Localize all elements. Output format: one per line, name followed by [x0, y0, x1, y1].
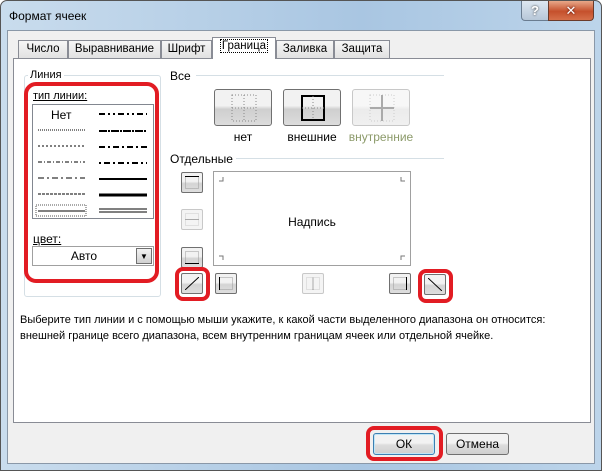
border-inside-vertical-icon: [306, 277, 320, 290]
border-top-button[interactable]: [181, 172, 203, 193]
tab-label: Граница: [219, 39, 269, 53]
tab-label: Защита: [341, 43, 383, 55]
tab-font[interactable]: Шрифт: [161, 40, 212, 59]
tab-number[interactable]: Число: [18, 40, 68, 59]
tab-alignment[interactable]: Выравнивание: [68, 40, 161, 59]
help-button[interactable]: ?: [521, 1, 549, 21]
preset-none-button[interactable]: [214, 89, 272, 126]
preset-inside-button[interactable]: [352, 89, 410, 126]
border-bottom-icon: [185, 251, 199, 264]
border-right-icon: [393, 277, 407, 290]
highlight-line-group: [24, 82, 159, 283]
tab-label: Число: [26, 43, 60, 55]
tab-fill[interactable]: Заливка: [276, 40, 334, 59]
border-right-button[interactable]: [389, 273, 411, 294]
tab-label: Выравнивание: [74, 43, 155, 55]
border-title: Отдельные: [170, 152, 233, 166]
border-left-icon: [219, 277, 233, 290]
border-inside-horizontal-icon: [185, 213, 199, 226]
line-group-title: Линия: [28, 69, 64, 81]
border-inside-horizontal-button[interactable]: [181, 209, 203, 230]
tab-border[interactable]: Граница: [212, 37, 276, 59]
border-outline-icon: [301, 95, 325, 121]
description-line: внешней границе всего диапазона, всем вн…: [20, 330, 494, 342]
highlight-diagonal-down: [418, 269, 453, 303]
corner-mark: [219, 255, 224, 260]
divider: [236, 158, 444, 159]
divider: [196, 75, 444, 76]
close-button[interactable]: ✕: [548, 1, 594, 21]
description-line: Выберите тип линии и с помощью мыши укаж…: [20, 314, 546, 326]
corner-mark: [400, 177, 405, 182]
border-none-icon: [231, 94, 257, 122]
tab-label: Заливка: [282, 43, 328, 55]
border-inside-vertical-button[interactable]: [302, 273, 324, 294]
border-preview[interactable]: Надпись: [213, 171, 411, 266]
highlight-diagonal-up: [175, 267, 210, 301]
cancel-button[interactable]: Отмена: [446, 433, 509, 455]
corner-mark: [400, 255, 405, 260]
preset-inside-label: внутренние: [348, 130, 414, 144]
dialog-title: Формат ячеек: [9, 9, 87, 23]
tab-label: Шрифт: [167, 43, 206, 55]
tab-protection[interactable]: Защита: [334, 40, 390, 59]
border-left-button[interactable]: [215, 273, 237, 294]
presets-title: Все: [170, 69, 191, 83]
preset-outline-button[interactable]: [283, 89, 341, 126]
border-bottom-button[interactable]: [181, 247, 203, 268]
border-inside-icon: [369, 94, 395, 122]
preset-none-label: нет: [233, 130, 253, 144]
description-text: Выберите тип линии и с помощью мыши укаж…: [20, 312, 585, 344]
highlight-ok: [366, 426, 443, 461]
corner-mark: [219, 177, 224, 182]
border-top-icon: [185, 176, 199, 189]
preview-text: Надпись: [288, 215, 336, 229]
preset-outline-label: внешние: [287, 130, 337, 144]
